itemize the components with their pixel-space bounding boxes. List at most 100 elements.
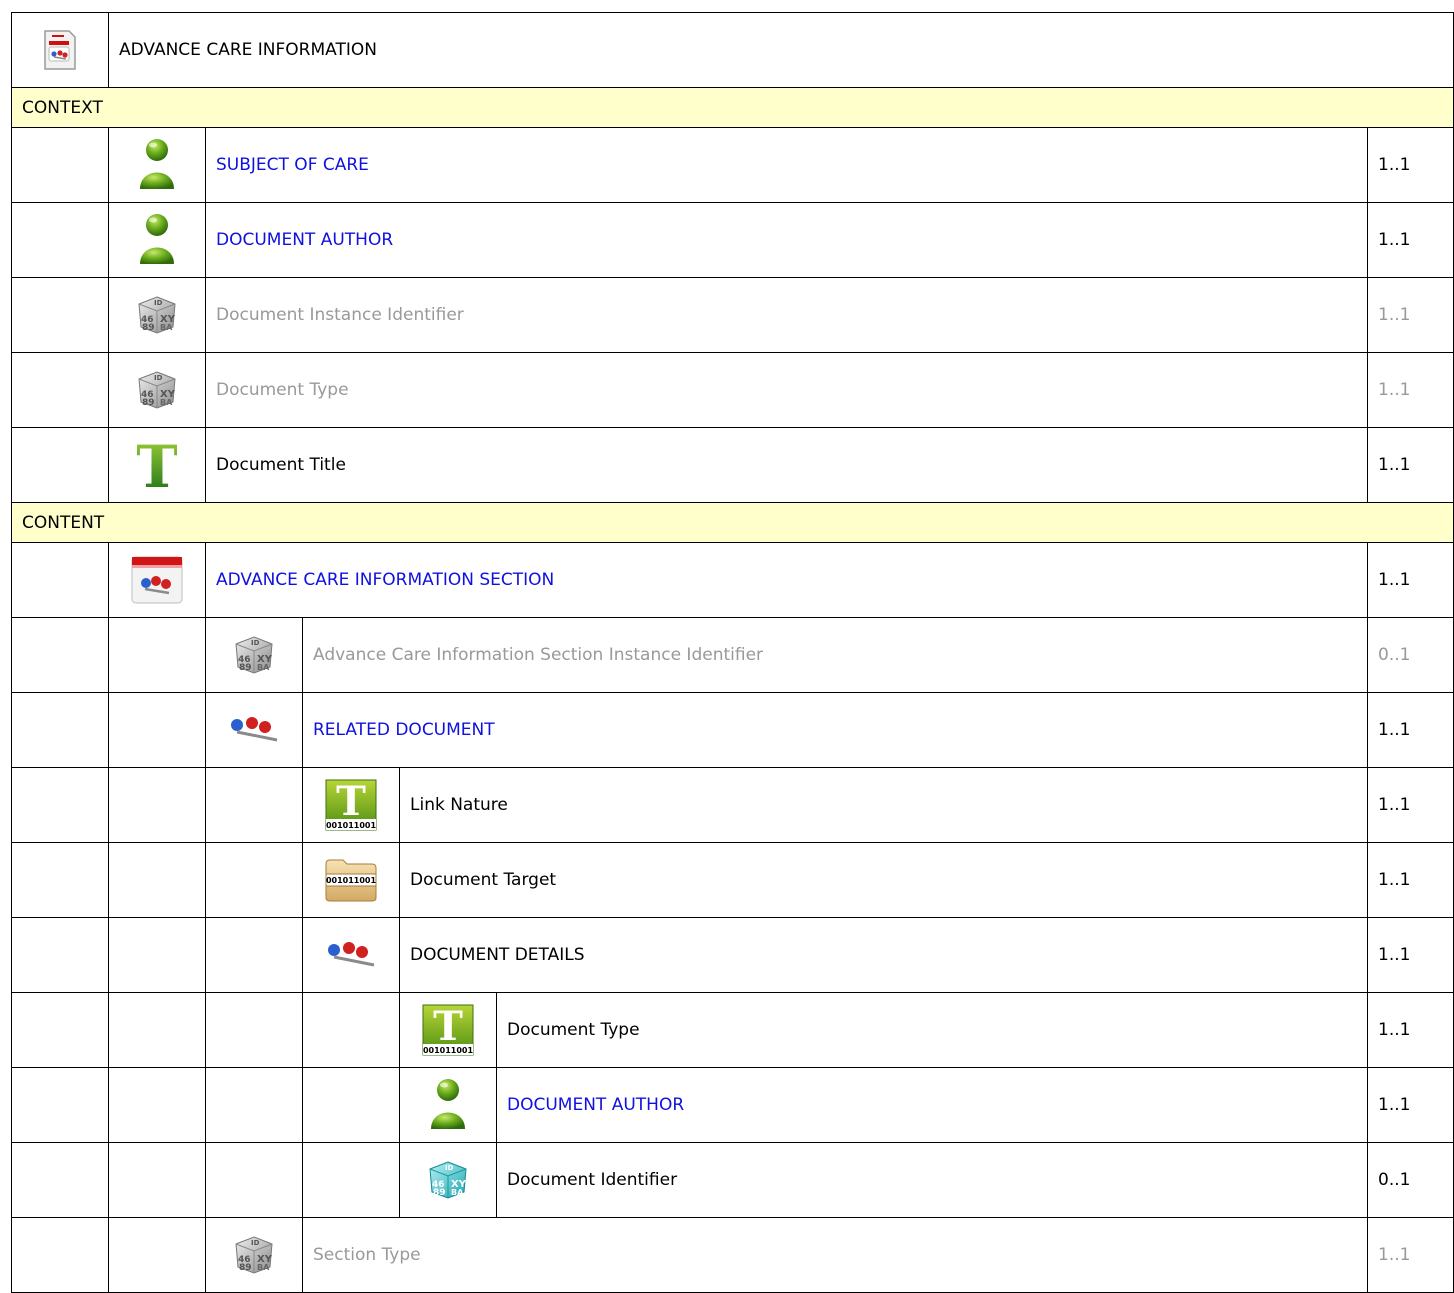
row-icon-cell: ID 46 89 XY BA — [205, 617, 303, 693]
link-molecule-icon — [328, 942, 375, 967]
row-icon-cell — [205, 692, 303, 768]
row-cardinality: 1..1 — [1367, 427, 1454, 503]
row-cardinality: 1..1 — [1367, 1067, 1454, 1143]
row-cardinality: 1..1 — [1367, 767, 1454, 843]
indent-cell — [11, 992, 109, 1068]
indent-cell — [108, 917, 206, 993]
svg-text:89: 89 — [239, 663, 252, 673]
indent-cell — [302, 1067, 400, 1143]
table-row: T Document Title 1..1 — [11, 427, 1454, 503]
identifier-cube-icon: ID 46 89 XY BA — [235, 1236, 273, 1274]
svg-text:001011001: 001011001 — [423, 1046, 474, 1055]
svg-text:ID: ID — [154, 299, 163, 307]
section-content: CONTENT — [11, 502, 1454, 543]
identifier-cube-icon: ID 46 89 XY BA — [138, 371, 176, 409]
indent-cell — [11, 1217, 109, 1293]
section-context: CONTEXT — [11, 87, 1454, 128]
identifier-cube-teal-icon: ID 46 89 XY BA — [429, 1161, 467, 1199]
row-name-link[interactable]: DOCUMENT AUTHOR — [205, 202, 1368, 278]
table-row: DOCUMENT DETAILS 1..1 — [11, 917, 1454, 993]
row-cardinality: 1..1 — [1367, 202, 1454, 278]
document-section-icon — [44, 30, 76, 70]
svg-text:BA: BA — [160, 323, 173, 332]
svg-text:ID: ID — [251, 639, 260, 647]
person-icon — [431, 1079, 465, 1129]
row-name-link[interactable]: DOCUMENT AUTHOR — [496, 1067, 1368, 1143]
svg-text:89: 89 — [433, 1188, 446, 1198]
row-name-link[interactable]: SUBJECT OF CARE — [205, 127, 1368, 203]
indent-cell — [108, 1217, 206, 1293]
indent-cell — [108, 767, 206, 843]
indent-cell — [205, 842, 303, 918]
indent-cell — [11, 842, 109, 918]
header-icon-cell — [11, 12, 109, 88]
row-icon-cell — [108, 202, 206, 278]
identifier-cube-icon: ID 46 89 XY BA — [235, 636, 273, 674]
person-icon — [140, 139, 174, 189]
row-icon-cell: ID 46 89 XY BA — [108, 352, 206, 428]
table-row: ID 46 89 XY BA Document Instance Identif… — [11, 277, 1454, 353]
svg-text:T: T — [137, 437, 177, 493]
row-name-link[interactable]: RELATED DOCUMENT — [302, 692, 1368, 768]
section-label-content: CONTENT — [11, 502, 1454, 543]
svg-text:T: T — [336, 779, 366, 825]
person-icon — [140, 214, 174, 264]
row-name: DOCUMENT DETAILS — [399, 917, 1368, 993]
row-name: Document Type — [496, 992, 1368, 1068]
section-label-context: CONTEXT — [11, 87, 1454, 128]
indent-cell — [11, 542, 109, 618]
table-row: DOCUMENT AUTHOR 1..1 — [11, 1067, 1454, 1143]
indent-cell — [108, 1142, 206, 1218]
indent-cell — [205, 1142, 303, 1218]
row-cardinality: 1..1 — [1367, 842, 1454, 918]
row-cardinality: 1..1 — [1367, 992, 1454, 1068]
header-row: ADVANCE CARE INFORMATION — [11, 12, 1454, 88]
indent-cell — [11, 767, 109, 843]
indent-cell — [11, 692, 109, 768]
indent-cell — [108, 992, 206, 1068]
row-icon-cell: ID 46 89 XY BA — [399, 1142, 497, 1218]
row-cardinality: 0..1 — [1367, 617, 1454, 693]
row-name: Section Type — [302, 1217, 1368, 1293]
row-name: Document Identifier — [496, 1142, 1368, 1218]
svg-text:89: 89 — [142, 398, 155, 408]
identifier-cube-icon: ID 46 89 XY BA — [138, 296, 176, 334]
row-icon-cell: 001011001 — [302, 842, 400, 918]
svg-text:ID: ID — [251, 1239, 260, 1247]
table-row: ID 46 89 XY BA Document Type 1..1 — [11, 352, 1454, 428]
indent-cell — [108, 692, 206, 768]
row-icon-cell — [108, 542, 206, 618]
coded-text-icon: T 001011001 — [325, 779, 377, 831]
svg-text:BA: BA — [451, 1188, 464, 1197]
link-molecule-icon — [231, 717, 278, 742]
row-name: Advance Care Information Section Instanc… — [302, 617, 1368, 693]
table-row: T 001011001 Link Nature 1..1 — [11, 767, 1454, 843]
indent-cell — [108, 842, 206, 918]
indent-cell — [11, 427, 109, 503]
row-cardinality: 1..1 — [1367, 277, 1454, 353]
row-icon-cell: ID 46 89 XY BA — [205, 1217, 303, 1293]
svg-text:ID: ID — [154, 374, 163, 382]
indent-cell — [205, 1067, 303, 1143]
header-title: ADVANCE CARE INFORMATION — [108, 12, 1454, 88]
svg-text:BA: BA — [257, 1263, 270, 1272]
svg-text:001011001: 001011001 — [326, 821, 377, 830]
row-name: Link Nature — [399, 767, 1368, 843]
indent-cell — [11, 617, 109, 693]
table-row: ID 46 89 XY BA Document Identifier 0..1 — [11, 1142, 1454, 1218]
row-icon-cell: T 001011001 — [302, 767, 400, 843]
table-row: DOCUMENT AUTHOR 1..1 — [11, 202, 1454, 278]
row-name-link[interactable]: ADVANCE CARE INFORMATION SECTION — [205, 542, 1368, 618]
row-cardinality: 1..1 — [1367, 127, 1454, 203]
svg-text:ID: ID — [445, 1164, 454, 1172]
row-cardinality: 1..1 — [1367, 917, 1454, 993]
row-icon-cell — [108, 127, 206, 203]
indent-cell — [108, 1067, 206, 1143]
indent-cell — [11, 277, 109, 353]
section-icon — [131, 556, 183, 604]
svg-text:001011001: 001011001 — [326, 876, 377, 885]
indent-cell — [205, 917, 303, 993]
svg-text:BA: BA — [257, 663, 270, 672]
indent-cell — [11, 202, 109, 278]
row-cardinality: 0..1 — [1367, 1142, 1454, 1218]
